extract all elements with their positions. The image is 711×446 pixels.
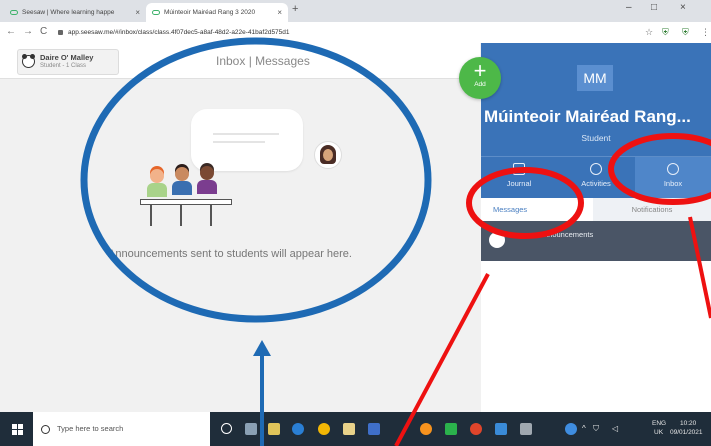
- tray-chevron-icon[interactable]: ^: [582, 424, 586, 433]
- panda-avatar-icon: [22, 54, 35, 68]
- class-header: MM Múinteoir Mairéad Rang... Student Jou…: [481, 43, 711, 221]
- tab-inbox[interactable]: Inbox: [635, 157, 711, 199]
- search-placeholder: Type here to search: [57, 424, 124, 433]
- tab-label: Activities: [581, 179, 611, 188]
- reload-button[interactable]: C: [40, 26, 47, 37]
- tab-label: Journal: [506, 179, 532, 188]
- class-name[interactable]: Múinteoir Mairéad Rang...: [484, 107, 691, 127]
- panel-tabs: Journal Activities Inbox: [481, 156, 711, 199]
- class-side-panel: MM Múinteoir Mairéad Rang... Student Jou…: [481, 43, 711, 412]
- network-icon[interactable]: ⛉: [593, 424, 599, 434]
- bookmark-star-icon[interactable]: ☆: [645, 27, 653, 38]
- subtab-messages[interactable]: Messages: [481, 198, 593, 221]
- url-field[interactable]: app.seesaw.me/#/inbox/class/class.4f07de…: [58, 25, 641, 40]
- chrome-icon[interactable]: [318, 423, 330, 435]
- journal-icon: [513, 163, 525, 175]
- edge-icon[interactable]: [292, 423, 304, 435]
- taskbar-search[interactable]: Type here to search: [33, 412, 210, 446]
- chat-icon: [667, 163, 679, 175]
- region-indicator: UK: [654, 429, 664, 436]
- seesaw-favicon-icon: [152, 10, 160, 15]
- browser-menu-icon[interactable]: ⋮: [701, 27, 710, 38]
- maximize-button[interactable]: □: [651, 2, 657, 13]
- class-avatar: MM: [577, 65, 613, 91]
- add-label: Add: [474, 81, 486, 88]
- close-window-button[interactable]: ×: [680, 2, 686, 13]
- seesaw-app: Daire O' Malley Student - 1 Class Inbox …: [0, 43, 711, 412]
- tab-activities[interactable]: Activities: [558, 157, 634, 199]
- minimize-button[interactable]: –: [626, 2, 632, 13]
- user-role: Student - 1 Class: [40, 63, 87, 69]
- address-bar: ← → C app.seesaw.me/#/inbox/class/class.…: [0, 22, 711, 44]
- subtab-notifications[interactable]: Notifications: [593, 198, 711, 221]
- desk-illustration: [140, 199, 232, 205]
- app-icon[interactable]: [368, 423, 380, 435]
- extension-shield-icon[interactable]: ⛨: [682, 27, 689, 38]
- tab-close-icon[interactable]: ×: [277, 8, 282, 17]
- new-tab-button[interactable]: +: [292, 3, 298, 15]
- tray-app-icon[interactable]: [565, 423, 577, 435]
- class-role: Student: [581, 133, 611, 143]
- add-button[interactable]: + Add: [459, 57, 501, 99]
- windows-start-icon[interactable]: [12, 424, 23, 435]
- tab-title: Seesaw | Where learning happe: [22, 9, 115, 16]
- inbox-subtabs: Messages Notifications: [481, 198, 711, 221]
- browser-tab-bar: Seesaw | Where learning happe × Múinteoi…: [0, 0, 711, 22]
- clock-date: 09/01/2021: [670, 429, 703, 436]
- tab-title: Múinteoir Mairéad Rang 3 2020: [164, 9, 256, 16]
- app-icon[interactable]: [445, 423, 457, 435]
- empty-state-message: Announcements sent to students will appe…: [108, 248, 352, 260]
- forward-button[interactable]: →: [23, 26, 33, 37]
- tab-journal[interactable]: Journal: [481, 157, 557, 199]
- search-icon: [41, 425, 50, 434]
- store-icon[interactable]: [343, 423, 355, 435]
- teacher-avatar-icon: [314, 141, 342, 169]
- app-icon[interactable]: [495, 423, 507, 435]
- lightbulb-icon: [590, 163, 602, 175]
- lock-icon: [58, 30, 63, 35]
- announcement-icon: [489, 232, 505, 248]
- browser-tab-class[interactable]: Múinteoir Mairéad Rang 3 2020 ×: [146, 3, 288, 22]
- app-top-bar: Daire O' Malley Student - 1 Class Inbox …: [0, 43, 480, 79]
- page-title: Inbox | Messages: [216, 54, 310, 68]
- seesaw-favicon-icon: [10, 10, 18, 15]
- language-indicator[interactable]: ENG: [652, 420, 666, 427]
- task-view-icon[interactable]: [245, 423, 257, 435]
- clock-time[interactable]: 10:20: [680, 420, 696, 427]
- browser-tab-seesaw[interactable]: Seesaw | Where learning happe ×: [4, 3, 146, 22]
- file-explorer-icon[interactable]: [268, 423, 280, 435]
- announcements-item[interactable]: Announcements: [481, 221, 711, 261]
- app-icon[interactable]: [520, 423, 532, 435]
- back-button[interactable]: ←: [6, 26, 16, 37]
- url-text: app.seesaw.me/#/inbox/class/class.4f07de…: [68, 29, 290, 36]
- announcements-label: Announcements: [539, 230, 594, 239]
- tab-close-icon[interactable]: ×: [135, 8, 140, 17]
- windows-taskbar: Type here to search ^ ⛉ ◁ ENG UK 10:20 0…: [0, 412, 711, 446]
- firefox-icon[interactable]: [420, 423, 432, 435]
- speech-bubble-illustration: [191, 109, 303, 171]
- cortana-icon[interactable]: [221, 423, 232, 434]
- extension-shield-icon[interactable]: ⛨: [662, 27, 669, 38]
- app-icon[interactable]: [470, 423, 482, 435]
- tab-label: Inbox: [663, 179, 683, 188]
- volume-icon[interactable]: ◁: [612, 424, 618, 433]
- user-switcher[interactable]: Daire O' Malley Student - 1 Class: [17, 49, 119, 75]
- user-name: Daire O' Malley: [40, 53, 94, 62]
